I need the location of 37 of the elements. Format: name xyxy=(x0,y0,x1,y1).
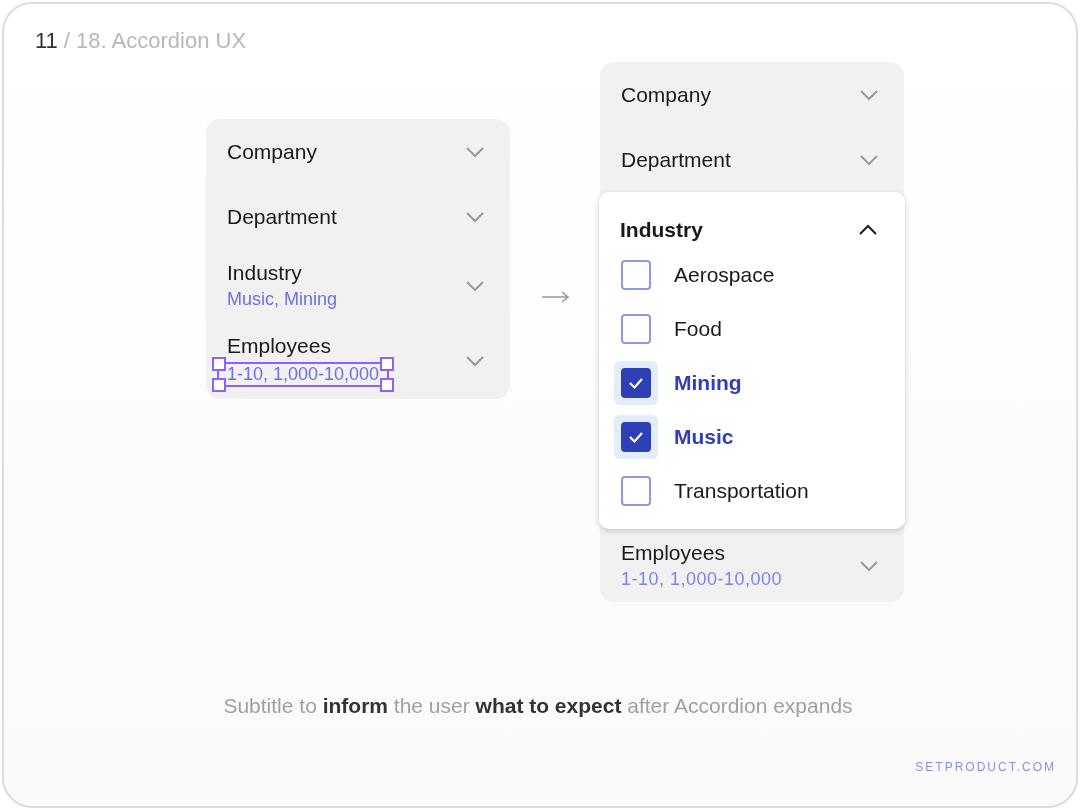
accordion-item[interactable]: Employees 1-10, 1,000-10,000 xyxy=(206,322,510,399)
resize-handle[interactable] xyxy=(212,378,226,392)
option-label: Food xyxy=(674,317,722,341)
slide-number: 11 xyxy=(35,28,58,53)
accordion-item[interactable]: Department xyxy=(600,127,904,192)
caption: Subtitle to inform the user what to expect after Accordion expands xyxy=(222,694,854,718)
arrow-right-icon xyxy=(542,291,570,303)
accordion-item[interactable]: Industry Music, Mining xyxy=(206,249,510,322)
checkbox[interactable] xyxy=(621,260,651,290)
accordion-item[interactable]: Department xyxy=(206,184,510,249)
item-label: Employees xyxy=(621,541,725,565)
accordion-item[interactable]: Company xyxy=(206,119,510,184)
item-summary: 1-10, 1,000-10,000 xyxy=(227,364,380,384)
checkbox[interactable] xyxy=(621,476,651,506)
item-summary: Music, Mining xyxy=(227,289,338,310)
resize-handle[interactable] xyxy=(380,378,395,392)
checked-checkbox[interactable] xyxy=(621,368,651,398)
checked-checkbox[interactable] xyxy=(621,422,651,452)
option-label: Music xyxy=(674,425,734,449)
accordion-item[interactable]: Company xyxy=(600,62,904,127)
item-label: Employees xyxy=(227,334,331,358)
item-summary: 1-10, 1,000-10,000 xyxy=(621,569,783,590)
resize-handle[interactable] xyxy=(380,357,395,371)
accordion-header[interactable]: Industry xyxy=(599,212,905,248)
item-label: Department xyxy=(227,204,337,229)
resize-handle[interactable] xyxy=(212,357,226,371)
option-label: Mining xyxy=(674,371,742,395)
option-label: Aerospace xyxy=(674,263,775,287)
option-label: Transportation xyxy=(674,479,809,503)
item-label: Department xyxy=(621,147,731,172)
checkbox[interactable] xyxy=(621,314,651,344)
item-label: Company xyxy=(227,139,317,164)
slide-title: / 18. Accordion UX xyxy=(63,28,247,53)
item-label: Industry xyxy=(620,218,703,242)
accordion-item[interactable]: Employees 1-10, 1,000-10,000 xyxy=(600,529,904,602)
item-label: Company xyxy=(621,82,711,107)
item-label: Industry xyxy=(227,261,302,285)
